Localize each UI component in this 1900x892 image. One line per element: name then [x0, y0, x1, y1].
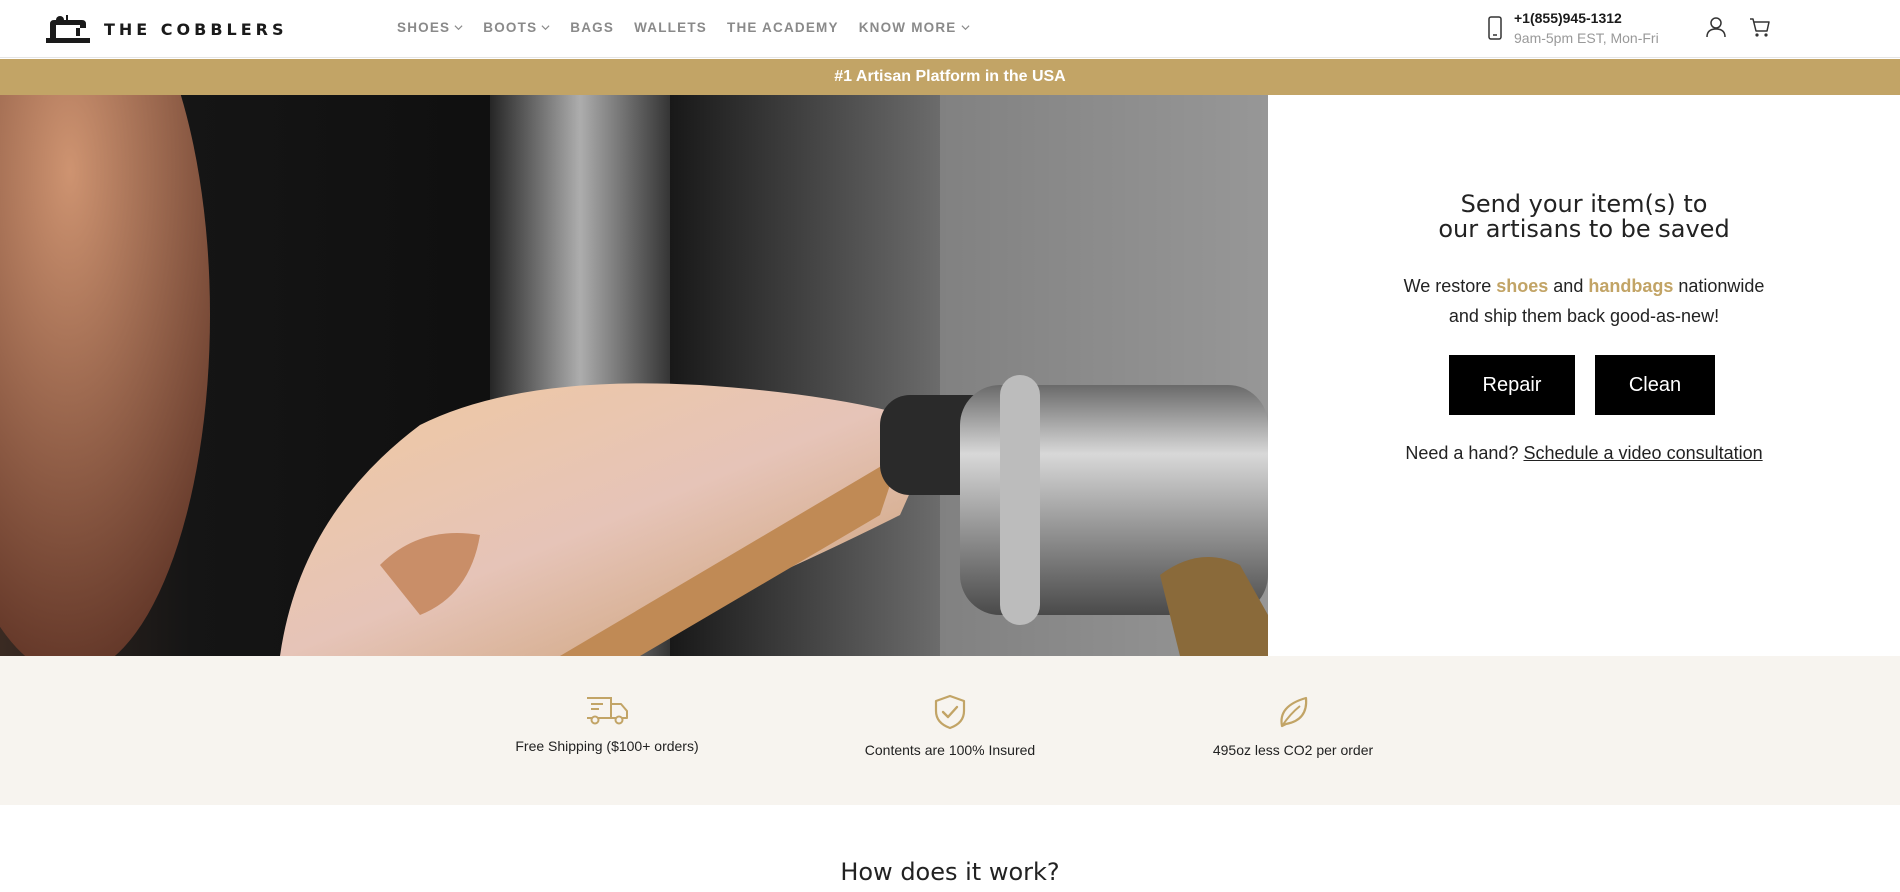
feature-insured: Contents are 100% Insured: [810, 694, 1090, 758]
promo-banner: #1 Artisan Platform in the USA: [0, 59, 1900, 95]
chevron-down-icon: [454, 25, 463, 31]
feature-label: 495oz less CO2 per order: [1212, 742, 1374, 758]
phone-number[interactable]: +1(855)945-1312: [1514, 10, 1659, 26]
repair-button[interactable]: Repair: [1449, 355, 1575, 415]
leaf-icon: [1280, 696, 1308, 728]
chevron-down-icon: [541, 25, 550, 31]
artisan-sanding-image: [0, 95, 1268, 656]
feature-shipping: Free Shipping ($100+ orders): [467, 694, 747, 754]
hero-desc-line1: We restore shoes and handbags nationwide: [1268, 271, 1900, 301]
schedule-consultation-link[interactable]: Schedule a video consultation: [1523, 443, 1762, 463]
clean-button[interactable]: Clean: [1595, 355, 1715, 415]
nav-item-label: WALLETS: [634, 20, 707, 35]
main-nav: SHOES BOOTS BAGS WALLETS THE ACADEMY KNO…: [397, 20, 970, 35]
desc-suffix: nationwide: [1673, 276, 1765, 296]
hero-title-line1: Send your item(s) to: [1460, 190, 1708, 218]
how-it-works-title: How does it work?: [840, 858, 1060, 886]
hero-image: [0, 95, 1268, 656]
nav-item-boots[interactable]: BOOTS: [483, 20, 550, 35]
desc-and: and: [1548, 276, 1589, 296]
hero-panel: Send your item(s) to our artisans to be …: [1268, 95, 1900, 656]
nav-item-label: BAGS: [570, 20, 615, 35]
user-icon[interactable]: [1705, 16, 1727, 38]
nav-item-label: KNOW MORE: [858, 20, 957, 35]
banner-text: #1 Artisan Platform in the USA: [834, 68, 1066, 85]
site-header: THE COBBLERS SHOES BOOTS BAGS WALLETS TH…: [0, 0, 1900, 58]
chevron-down-icon: [960, 25, 970, 31]
handbags-highlight: handbags: [1588, 276, 1674, 296]
nav-item-shoes[interactable]: SHOES: [397, 20, 463, 35]
hero-desc-line2: and ship them back good-as-new!: [1448, 306, 1720, 326]
nav-item-label: BOOTS: [483, 20, 538, 35]
nav-item-wallets[interactable]: WALLETS: [634, 20, 707, 35]
desc-prefix: We restore: [1403, 276, 1497, 296]
feature-label: Free Shipping ($100+ orders): [515, 738, 699, 754]
shoes-highlight: shoes: [1496, 276, 1549, 296]
shield-check-icon: [934, 694, 966, 730]
nav-item-label: THE ACADEMY: [727, 20, 839, 35]
sewing-machine-icon: [46, 15, 90, 43]
cart-icon[interactable]: [1749, 16, 1771, 38]
hero-title: Send your item(s) to our artisans to be …: [1268, 192, 1900, 242]
features-strip: Free Shipping ($100+ orders) Contents ar…: [0, 656, 1900, 805]
hero-title-line2: our artisans to be saved: [1438, 215, 1730, 243]
brand-name: THE COBBLERS: [104, 19, 288, 39]
help-prefix: Need a hand?: [1405, 443, 1524, 463]
nav-item-bags[interactable]: BAGS: [570, 20, 614, 35]
phone-hours: 9am-5pm EST, Mon-Fri: [1514, 30, 1659, 46]
feature-co2: 495oz less CO2 per order: [1153, 694, 1433, 758]
nav-item-label: SHOES: [397, 20, 451, 35]
hero-description: We restore shoes and handbags nationwide…: [1268, 271, 1900, 331]
nav-item-know-more[interactable]: KNOW MORE: [859, 20, 970, 35]
help-line: Need a hand? Schedule a video consultati…: [1268, 443, 1900, 464]
feature-label: Contents are 100% Insured: [864, 742, 1036, 758]
truck-icon: [587, 697, 628, 725]
contact-block[interactable]: +1(855)945-1312 9am-5pm EST, Mon-Fri: [1488, 10, 1659, 46]
contact-text: +1(855)945-1312 9am-5pm EST, Mon-Fri: [1514, 10, 1659, 46]
nav-item-academy[interactable]: THE ACADEMY: [727, 20, 839, 35]
logo[interactable]: THE COBBLERS: [46, 14, 288, 44]
phone-icon: [1488, 16, 1502, 40]
